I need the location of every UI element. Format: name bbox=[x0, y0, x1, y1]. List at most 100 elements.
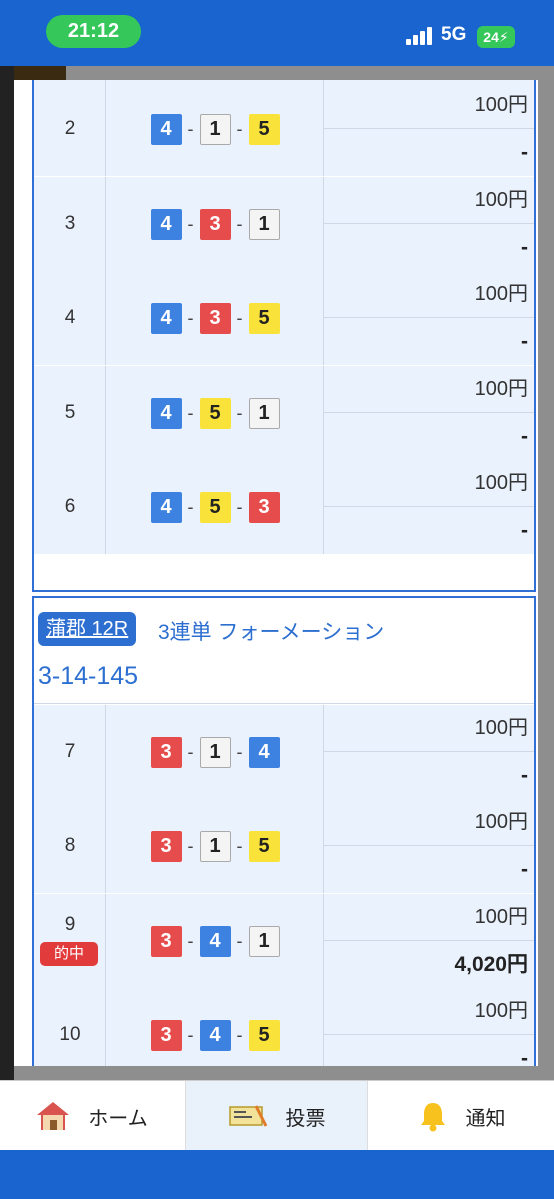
race-link[interactable]: 蒲郡 12R bbox=[38, 612, 137, 646]
payout: - bbox=[521, 141, 528, 164]
stake: 100円 bbox=[324, 988, 534, 1035]
boat-combination: 4- 3- 5 bbox=[106, 302, 324, 334]
row-number: 6 bbox=[64, 496, 76, 517]
row-number-cell: 3 bbox=[34, 177, 106, 271]
row-number-cell: 7 bbox=[34, 705, 106, 799]
combo-cell: 3- 4- 1 bbox=[106, 894, 324, 988]
table-row: 4 4- 3- 5 100円 - bbox=[34, 271, 534, 365]
amount-cell: 100円 - bbox=[324, 799, 534, 893]
payout: 4,020円 bbox=[454, 953, 528, 976]
bet-detail-modal[interactable]: 4- 1- 3 - 2 4- 1- 5 100円 - 3 bbox=[14, 80, 538, 1066]
boat-box: 5 bbox=[199, 491, 231, 523]
battery-icon: 24⚡ bbox=[477, 26, 515, 48]
boat-combination: 4- 5- 1 bbox=[106, 397, 324, 429]
boat-box: 3 bbox=[150, 736, 182, 768]
tab-vote[interactable]: 投票 bbox=[185, 1081, 368, 1151]
combo-cell: 3- 1- 4 bbox=[106, 705, 324, 799]
table-row: 2 4- 1- 5 100円 - bbox=[34, 82, 534, 176]
boat-box: 5 bbox=[199, 397, 231, 429]
row-number: 8 bbox=[64, 835, 76, 856]
table-row: 3 4- 3- 1 100円 - bbox=[34, 177, 534, 271]
boat-box: 4 bbox=[150, 113, 182, 145]
boat-box: 1 bbox=[248, 925, 280, 957]
hit-badge: 的中 bbox=[40, 942, 98, 966]
boat-combination: 4- 5- 3 bbox=[106, 491, 324, 523]
payout: - bbox=[521, 236, 528, 259]
boat-box: 3 bbox=[199, 208, 231, 240]
stake: 100円 bbox=[324, 177, 534, 224]
tab-home[interactable]: ホーム bbox=[0, 1081, 184, 1151]
boat-box: 3 bbox=[150, 830, 182, 862]
row-number: 9 bbox=[64, 914, 76, 935]
row-number-cell: 9 的中 bbox=[34, 894, 106, 988]
combo-cell: 4- 3- 5 bbox=[106, 271, 324, 365]
row-number-cell: 2 bbox=[34, 82, 106, 176]
amount-cell: 100円 - bbox=[324, 460, 534, 554]
tab-notify-label: 通知 bbox=[465, 1107, 506, 1130]
row-number-cell: 8 bbox=[34, 799, 106, 893]
boat-combination: 3- 4- 5 bbox=[106, 1019, 324, 1051]
payout: - bbox=[521, 330, 528, 353]
boat-box: 1 bbox=[199, 113, 231, 145]
combo-cell: 3- 1- 5 bbox=[106, 799, 324, 893]
network-type: 5G bbox=[441, 24, 467, 45]
table-row: 5 4- 5- 1 100円 - bbox=[34, 366, 534, 460]
backdrop-edge bbox=[0, 66, 14, 1080]
boat-combination: 4- 1- 5 bbox=[106, 113, 324, 145]
boat-box: 1 bbox=[248, 208, 280, 240]
boat-box: 4 bbox=[150, 491, 182, 523]
bottom-bar bbox=[0, 1150, 554, 1199]
boat-box: 5 bbox=[248, 1019, 280, 1051]
boat-box: 1 bbox=[248, 397, 280, 429]
boat-box: 3 bbox=[248, 491, 280, 523]
combo-cell: 4- 5- 3 bbox=[106, 460, 324, 554]
stake: 100円 bbox=[324, 894, 534, 941]
boat-box: 1 bbox=[199, 736, 231, 768]
bet-type: 3連単 フォーメーション bbox=[158, 621, 385, 644]
boat-combination: 3- 4- 1 bbox=[106, 925, 324, 957]
payout: - bbox=[521, 1047, 528, 1066]
boat-box: 3 bbox=[150, 925, 182, 957]
bell-icon bbox=[420, 1103, 445, 1132]
row-number: 2 bbox=[64, 118, 76, 139]
boat-box: 4 bbox=[150, 208, 182, 240]
boat-combination: 3- 1- 4 bbox=[106, 736, 324, 768]
boat-box: 3 bbox=[150, 1019, 182, 1051]
stake: 100円 bbox=[324, 366, 534, 413]
boat-box: 5 bbox=[248, 302, 280, 334]
boat-combination: 3- 1- 5 bbox=[106, 830, 324, 862]
payout: - bbox=[521, 519, 528, 542]
boat-combination: 4- 3- 1 bbox=[106, 208, 324, 240]
amount-cell: 100円 - bbox=[324, 177, 534, 271]
combo-cell: 4- 1- 5 bbox=[106, 82, 324, 176]
row-number: 4 bbox=[64, 307, 76, 328]
stake: 100円 bbox=[324, 799, 534, 846]
home-icon bbox=[37, 1102, 70, 1130]
boat-box: 4 bbox=[248, 736, 280, 768]
bet-block: 4 - 1 - 3 - 2 4- 1- 5 100円 - 3 bbox=[32, 80, 536, 592]
row-number-cell: 5 bbox=[34, 366, 106, 460]
table-row: 8 3- 1- 5 100円 - bbox=[34, 799, 534, 893]
row-number: 5 bbox=[64, 402, 76, 423]
battery-level: 24 bbox=[483, 29, 499, 45]
tab-notify[interactable]: 通知 bbox=[369, 1081, 554, 1151]
amount-cell: 100円 - bbox=[324, 271, 534, 365]
amount-cell: 100円 - bbox=[324, 366, 534, 460]
status-bar: 21:12 5G 24⚡ bbox=[0, 0, 554, 66]
row-number: 3 bbox=[64, 213, 76, 234]
boat-box: 5 bbox=[248, 113, 280, 145]
table-row: 10 3- 4- 5 100円 - bbox=[34, 988, 534, 1066]
stake: 100円 bbox=[324, 460, 534, 507]
row-number: 7 bbox=[64, 741, 76, 762]
table-row: 6 4- 5- 3 100円 - bbox=[34, 460, 534, 554]
combination-text: 3-14-145 bbox=[38, 662, 139, 690]
amount-cell: 100円 - bbox=[324, 988, 534, 1066]
signal-icon bbox=[406, 27, 434, 45]
amount-cell: 100円 4,020円 bbox=[324, 894, 534, 988]
row-number-cell: 4 bbox=[34, 271, 106, 365]
amount-cell: 100円 - bbox=[324, 82, 534, 176]
boat-box: 4 bbox=[150, 397, 182, 429]
combo-cell: 4- 5- 1 bbox=[106, 366, 324, 460]
stake: 100円 bbox=[324, 705, 534, 752]
stake: 100円 bbox=[324, 82, 534, 129]
